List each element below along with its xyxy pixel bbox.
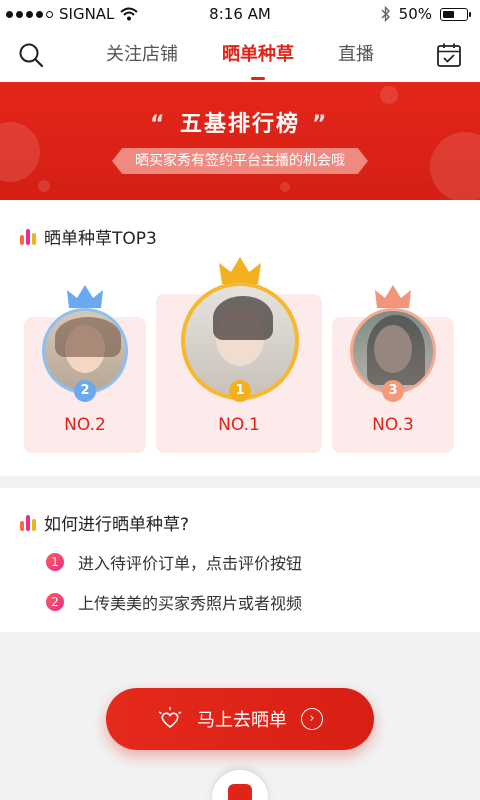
tab-followed-stores[interactable]: 关注店铺 [106,28,178,82]
bar-chart-icon [20,228,36,245]
banner-title: 五基排行榜 [179,112,300,137]
gift-icon [228,784,252,800]
step-1: 1 进入待评价订单，点击评价按钮 [46,550,302,574]
tab-bar: 关注店铺 晒单种草 直播 [60,28,420,82]
rank-label: NO.1 [218,415,260,435]
rank-badge-3: 3 [382,380,404,402]
heart-sparkle-icon [158,707,182,729]
post-review-button[interactable]: 马上去晒单 › [106,688,374,750]
search-icon[interactable] [18,42,44,68]
rank-label: NO.2 [64,415,106,435]
step-text: 进入待评价订单，点击评价按钮 [78,554,303,573]
arrow-right-icon: › [301,708,323,730]
step-text: 上传美美的买家秀照片或者视频 [78,594,303,613]
banner-subtitle: 晒买家秀有签约平台主播的机会哦 [112,148,368,174]
battery-percent: 50% [398,5,432,23]
step-2: 2 上传美美的买家秀照片或者视频 [46,590,302,614]
calendar-check-icon[interactable] [436,42,462,68]
top-navigation: 关注店铺 晒单种草 直播 [0,28,480,82]
rank-label: NO.3 [372,415,414,435]
crown-icon [375,285,411,308]
step-number: 1 [46,553,64,571]
crown-icon [67,285,103,308]
how-to-heading-text: 如何进行晒单种草? [44,515,190,535]
battery-icon [440,7,471,21]
tab-live[interactable]: 直播 [338,28,374,82]
top3-section: 晒单种草TOP3 NO.2 2 NO.1 1 NO.3 3 [0,200,480,476]
how-to-heading: 如何进行晒单种草? [20,510,189,535]
post-review-label: 马上去晒单 [197,710,287,731]
top3-heading-text: 晒单种草TOP3 [44,229,157,249]
close-quote-icon: ” [312,112,327,137]
floating-action-button[interactable] [212,770,268,800]
top3-heading: 晒单种草TOP3 [20,224,157,249]
ranking-banner: “ 五基排行榜 ” 晒买家秀有签约平台主播的机会哦 [0,82,480,200]
how-to-section: 如何进行晒单种草? 1 进入待评价订单，点击评价按钮 2 上传美美的买家秀照片或… [0,488,480,632]
rank-badge-2: 2 [74,380,96,402]
step-number: 2 [46,593,64,611]
bar-chart-icon [20,514,36,531]
tab-show-orders[interactable]: 晒单种草 [222,28,294,82]
bluetooth-icon [381,6,390,22]
status-bar: SIGNAL 8:16 AM 50% [0,0,480,28]
rank-badge-1: 1 [229,380,251,402]
